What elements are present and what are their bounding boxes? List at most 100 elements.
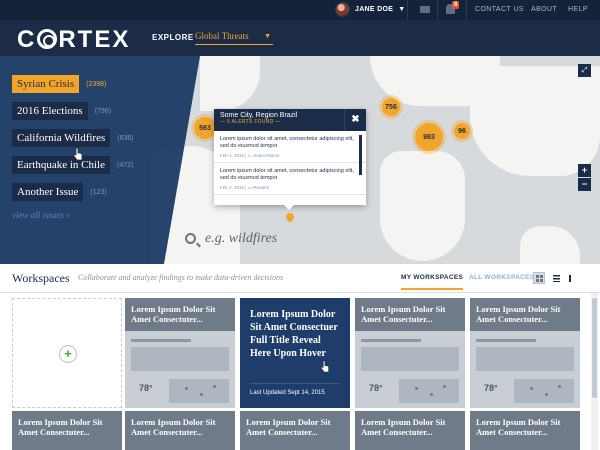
- alert-text: Lorem ipsum dolor sit amet, consectetur …: [220, 136, 354, 149]
- threat-map[interactable]: Syrian Crisis (2398) 2016 Elections (798…: [0, 56, 600, 264]
- workspace-card[interactable]: Lorem Ipsum Dolor Sit Amet Consectuter..…: [355, 298, 465, 408]
- workspace-card[interactable]: Lorem Ipsum Dolor Sit Amet Consectuter..…: [125, 298, 235, 408]
- user-menu[interactable]: JANE DOE ▼: [335, 2, 405, 17]
- workspaces-description: Collaborate and analyze findings to make…: [78, 273, 284, 282]
- issue-label: Another Issue: [12, 183, 84, 201]
- avatar: [335, 2, 350, 17]
- workspaces-header: Workspaces Collaborate and analyze findi…: [0, 264, 600, 293]
- add-workspace-card[interactable]: +: [12, 298, 122, 408]
- alert-meta: Feb 3, 2016 | ▭ Reuters: [220, 185, 269, 190]
- cortex-logo[interactable]: C RTEX: [17, 26, 130, 54]
- issue-count: (2398): [86, 80, 107, 88]
- workspace-card[interactable]: Lorem Ipsum Dolor Sit Amet Consectuter..…: [470, 411, 580, 450]
- map-land: [520, 226, 580, 264]
- contact-us-link[interactable]: CONTACT US: [475, 6, 524, 13]
- divider: [407, 0, 408, 20]
- workspace-card[interactable]: Lorem Ipsum Dolor Sit Amet Consectuter..…: [470, 298, 580, 408]
- divider: [466, 0, 467, 20]
- workspace-thumbnail: 78°: [470, 331, 580, 408]
- workspace-card[interactable]: Lorem Ipsum Dolor Sit Amet Consectuter..…: [355, 411, 465, 450]
- workspace-card-full-title: Lorem Ipsum Dolor Sit Amet Consectuer Fu…: [250, 309, 338, 359]
- alert-text: Lorem ipsum dolor sit amet, consectetur …: [220, 168, 354, 181]
- workspace-thumbnail: 78°: [125, 331, 235, 408]
- workspace-card-title: Lorem Ipsum Dolor Sit Amet Consectuter..…: [131, 417, 216, 437]
- explore-dropdown[interactable]: Global Threats ▼: [195, 29, 273, 45]
- explore-label: EXPLORE: [152, 33, 194, 42]
- workspace-card-title: Lorem Ipsum Dolor Sit Amet Consectuter..…: [18, 417, 103, 437]
- view-all-issues-link[interactable]: view all issues »: [12, 210, 134, 220]
- workspace-card-hovered[interactable]: Lorem Ipsum Dolor Sit Amet Consectuer Fu…: [240, 298, 350, 408]
- issue-label: Syrian Crisis: [12, 75, 80, 93]
- workspace-card[interactable]: Lorem Ipsum Dolor Sit Amet Consectuter..…: [240, 411, 350, 450]
- issue-count: (798): [94, 107, 112, 115]
- workspace-card-title: Lorem Ipsum Dolor Sit Amet Consectuter..…: [476, 417, 561, 437]
- zoom-out-button[interactable]: −: [578, 178, 591, 191]
- map-search: [181, 228, 426, 254]
- mail-icon[interactable]: [420, 6, 430, 13]
- popup-scrollbar[interactable]: [359, 135, 362, 175]
- close-icon[interactable]: ✖: [344, 109, 366, 131]
- issue-count: (472): [116, 161, 134, 169]
- map-cluster-marker[interactable]: 983: [415, 123, 443, 151]
- hand-pointer-icon: [73, 147, 83, 161]
- search-icon: [185, 233, 196, 244]
- sort-icon: [568, 274, 576, 282]
- map-cluster-marker[interactable]: 756: [382, 98, 400, 116]
- issue-label: 2016 Elections: [12, 102, 88, 120]
- issue-item-california-wildfires[interactable]: California Wildfires (636): [12, 129, 134, 147]
- map-land: [200, 56, 260, 111]
- workspace-card-title: Lorem Ipsum Dolor Sit Amet Consectuter..…: [361, 304, 446, 324]
- notification-badge: 8: [452, 1, 460, 9]
- expand-icon[interactable]: ⤢: [578, 64, 591, 77]
- list-view-button[interactable]: [550, 272, 562, 284]
- map-land: [470, 66, 600, 176]
- divider: [250, 383, 340, 384]
- alert-meta: Feb 4, 2016 | ▭ SourceName: [220, 153, 280, 158]
- sort-button[interactable]: [566, 272, 578, 284]
- about-link[interactable]: ABOUT: [531, 6, 557, 13]
- scrollbar-thumb[interactable]: [592, 298, 597, 398]
- popup-pointer: [283, 204, 295, 210]
- map-cluster-marker[interactable]: 563: [194, 117, 216, 139]
- issue-label: Earthquake in Chile: [12, 156, 110, 174]
- alerts-popup: Some City, Region Brazil — 5 ALERTS FOUN…: [214, 109, 366, 205]
- issue-item-syrian-crisis[interactable]: Syrian Crisis (2398): [12, 75, 134, 93]
- workspace-card-title: Lorem Ipsum Dolor Sit Amet Consectuter..…: [131, 304, 216, 324]
- tab-my-workspaces[interactable]: MY WORKSPACES: [401, 274, 464, 290]
- workspace-card-title: Lorem Ipsum Dolor Sit Amet Consectuter..…: [246, 417, 331, 437]
- workspace-card[interactable]: Lorem Ipsum Dolor Sit Amet Consectuter..…: [125, 411, 235, 450]
- user-name: JANE DOE: [355, 6, 394, 13]
- workspaces-grid: + Lorem Ipsum Dolor Sit Amet Consectuter…: [0, 293, 600, 450]
- issue-item-2016-elections[interactable]: 2016 Elections (798): [12, 102, 134, 120]
- help-link[interactable]: HELP: [568, 6, 588, 13]
- zoom-in-button[interactable]: +: [578, 164, 591, 177]
- plus-icon: +: [59, 345, 77, 363]
- tab-all-workspaces[interactable]: ALL WORKSPACES: [469, 274, 534, 281]
- main-header: C RTEX EXPLORE Global Threats ▼: [0, 20, 600, 56]
- search-input[interactable]: [205, 231, 415, 247]
- issue-count: (123): [90, 188, 107, 196]
- grid-view-button[interactable]: [533, 272, 545, 284]
- workspace-card[interactable]: Lorem Ipsum Dolor Sit Amet Consectuter..…: [12, 411, 122, 450]
- map-pin-icon[interactable]: [284, 211, 296, 223]
- map-cluster-marker[interactable]: 96: [454, 123, 470, 139]
- chevron-down-icon: ▼: [398, 6, 406, 13]
- workspace-card-title: Lorem Ipsum Dolor Sit Amet Consectuter..…: [476, 304, 561, 324]
- popup-title: Some City, Region Brazil: [220, 112, 298, 119]
- hand-pointer-icon: [320, 360, 330, 373]
- workspace-thumbnail: 78°: [355, 331, 465, 408]
- issue-label: California Wildfires: [12, 129, 111, 147]
- alert-item[interactable]: Lorem ipsum dolor sit amet, consectetur …: [214, 163, 366, 195]
- workspaces-title: Workspaces: [12, 271, 70, 285]
- top-utility-bar: JANE DOE ▼ 8 CONTACT US ABOUT HELP: [0, 0, 600, 20]
- workspace-last-updated: Last Updated Sept 14, 2015: [250, 390, 325, 396]
- divider: [437, 0, 438, 20]
- issue-item-another-issue[interactable]: Another Issue (123): [12, 183, 134, 201]
- list-icon: [552, 274, 560, 282]
- issue-count: (636): [117, 134, 134, 142]
- explore-dropdown-value: Global Threats: [195, 31, 249, 41]
- popup-subtitle: — 5 ALERTS FOUND —: [220, 119, 281, 125]
- alert-item[interactable]: Lorem ipsum dolor sit amet, consectetur …: [214, 131, 366, 163]
- grid-icon: [535, 274, 543, 282]
- chevron-down-icon: ▼: [264, 32, 271, 40]
